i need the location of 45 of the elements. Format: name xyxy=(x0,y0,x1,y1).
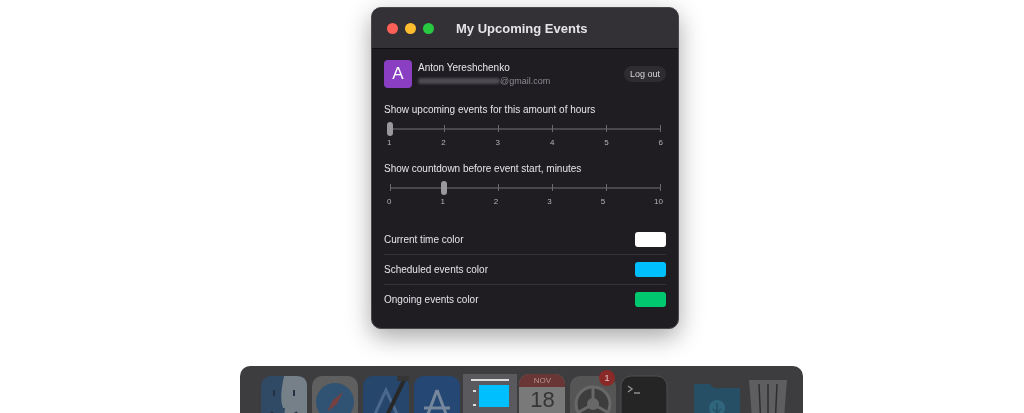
window-title: My Upcoming Events xyxy=(456,20,588,36)
tick-label: 2 xyxy=(441,138,446,147)
compass-icon[interactable] xyxy=(312,376,358,413)
calendar-month: NOV xyxy=(519,374,566,387)
email-domain: @gmail.com xyxy=(500,76,551,86)
tick-label: 3 xyxy=(495,138,501,147)
tick-label: 1 xyxy=(387,138,392,147)
event-list-icon[interactable] xyxy=(463,374,517,413)
hammer-app-icon[interactable] xyxy=(363,376,409,413)
avatar: A xyxy=(384,60,412,88)
tick-label: 10 xyxy=(654,197,663,206)
slider-label: Show upcoming events for this amount of hours xyxy=(384,104,597,115)
color-well[interactable] xyxy=(635,232,666,247)
tick-label: 5 xyxy=(604,138,609,147)
color-label: Ongoing events color xyxy=(384,294,479,305)
slider-track[interactable] xyxy=(390,181,660,195)
app-store-icon[interactable] xyxy=(414,376,460,413)
calendar-day: 18 xyxy=(530,387,555,413)
slider-track[interactable] xyxy=(390,122,660,136)
tick-label: 1 xyxy=(440,197,445,206)
logout-button[interactable]: Log out xyxy=(623,66,666,82)
account-name: Anton Yereshchenko xyxy=(418,62,511,73)
tick-label: 3 xyxy=(547,197,552,206)
notification-badge: 1 xyxy=(598,370,615,386)
tick-label: 4 xyxy=(549,138,555,147)
slider-thumb[interactable] xyxy=(441,181,447,195)
trash-icon[interactable] xyxy=(749,380,787,413)
calendar-icon[interactable]: NOV 18 xyxy=(519,374,566,413)
slider-label: Show countdown before event start, minutes xyxy=(384,163,583,174)
color-well[interactable] xyxy=(635,292,666,307)
close-button[interactable] xyxy=(387,22,398,34)
tick-label: 2 xyxy=(493,197,499,206)
terminal-icon[interactable] xyxy=(620,375,668,413)
color-well[interactable] xyxy=(635,262,666,277)
tick-label: 0 xyxy=(387,197,392,206)
minimize-button[interactable] xyxy=(405,22,416,34)
color-label: Scheduled events color xyxy=(384,264,488,275)
slider-thumb[interactable] xyxy=(387,122,393,136)
folder-icon[interactable] xyxy=(694,384,740,413)
gear-icon[interactable] xyxy=(569,376,616,413)
finder-icon[interactable] xyxy=(261,376,307,413)
tick-label: 6 xyxy=(658,138,663,147)
tick-label: 5 xyxy=(600,197,606,206)
color-label: Current time color xyxy=(384,234,464,245)
zoom-button[interactable] xyxy=(423,22,434,34)
